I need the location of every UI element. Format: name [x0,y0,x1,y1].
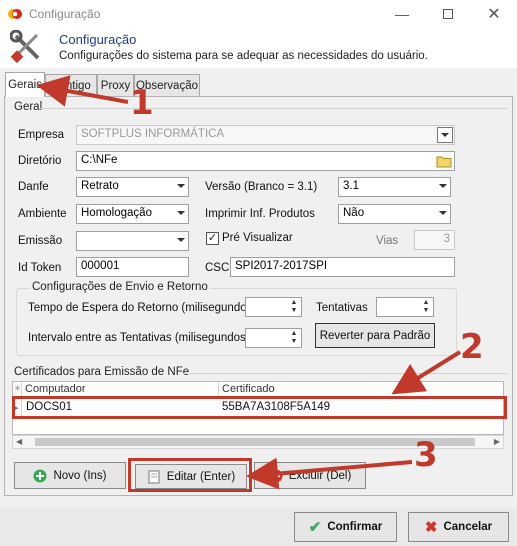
dialog-header: Configuração Configurações do sistema pa… [0,28,517,68]
ambiente-label: Ambiente [18,208,67,220]
emissao-combo[interactable] [76,231,189,251]
chevron-down-icon [439,211,447,215]
annotation-label-2: 2 [460,327,484,367]
versao-value: 3.1 [343,180,359,192]
minimize-icon: — [395,6,409,22]
confirmar-label: Confirmar [327,521,383,533]
cancelar-label: Cancelar [443,521,493,533]
reverter-padrao-button[interactable]: Reverter para Padrão [315,323,435,348]
header-title: Configuração [59,32,137,47]
tools-icon [10,30,40,64]
tab-contigo[interactable]: Contigo [45,74,97,96]
vias-value: 3 [443,233,450,245]
spinner-arrows-icon[interactable]: ▲ ▼ [420,299,432,315]
tentativas-spinner[interactable]: ▲ ▼ [376,297,434,317]
idtoken-label: Id Token [18,262,62,274]
idtoken-value: 000001 [81,260,120,272]
close-icon: ✕ [487,6,501,23]
spinner-arrows-icon[interactable]: ▲ ▼ [288,330,300,346]
diretorio-field[interactable]: C:\NFe [76,151,455,171]
maximize-button[interactable] [425,0,471,28]
app-logo-icon [8,9,22,19]
chevron-down-icon [441,133,449,137]
emissao-label: Emissão [18,235,63,247]
x-icon: ✖ [424,519,438,536]
diretorio-value: C:\NFe [81,154,118,166]
plus-icon [33,469,47,482]
versao-label: Versão (Branco = 3.1) [205,181,318,193]
chevron-down-icon [177,238,185,242]
group-divider-certificados [182,373,507,374]
diretorio-label: Diretório [18,155,62,167]
tentativas-label: Tentativas [316,302,368,314]
tempo-spinner[interactable]: ▲ ▼ [245,297,302,317]
csc-label: CSC [205,262,230,274]
check-icon: ✔ [308,519,322,536]
versao-combo[interactable]: 3.1 [338,177,451,197]
spinner-arrows-icon[interactable]: ▲ ▼ [288,299,300,315]
imprimir-value: Não [343,207,365,219]
title-bar: Configuração — ✕ [0,0,517,28]
empresa-value: SOFTPLUS INFORMÁTICA [81,128,225,140]
annotation-label-1: 1 [130,83,154,123]
delete-icon [269,469,283,482]
intervalo-label: Intervalo entre as Tentativas (milisegun… [28,332,250,344]
group-divider-geral [40,108,507,109]
folder-icon[interactable] [436,154,452,168]
csc-value: SPI2017-2017SPI [235,260,328,272]
tab-gerais[interactable]: Gerais [5,72,45,97]
imprimir-combo[interactable]: Não [338,204,451,224]
chevron-down-icon [177,184,185,188]
checkmark-icon: ✓ [207,232,218,244]
vias-label: Vias [376,235,399,247]
window-title: Configuração [29,7,101,21]
vias-field[interactable]: 3 [414,230,455,250]
tab-proxy[interactable]: Proxy [97,74,134,96]
danfe-combo[interactable]: Retrato [76,177,189,197]
pre-visualizar-checkbox[interactable]: ✓ [206,232,219,245]
scroll-left-icon[interactable]: ◀ [16,437,22,446]
csc-field[interactable]: SPI2017-2017SPI [230,257,455,277]
empresa-combo[interactable]: SOFTPLUS INFORMÁTICA [76,125,455,145]
column-header-computador[interactable]: Computador [22,382,219,397]
group-title-geral: Geral [14,101,43,113]
scroll-right-icon[interactable]: ▶ [494,437,500,446]
empresa-label: Empresa [18,129,65,141]
reverter-label: Reverter para Padrão [319,329,431,342]
scrollbar-thumb[interactable] [35,438,475,446]
chevron-down-icon [177,211,185,215]
tempo-label: Tempo de Espera do Retorno (milisegundos… [28,302,257,314]
ambiente-value: Homologação [81,207,152,219]
imprimir-label: Imprimir Inf. Produtos [205,208,315,220]
annotation-box-row [12,396,507,419]
grid-corner-icon: ✳ [13,382,22,397]
header-subtitle: Configurações do sistema para se adequar… [59,50,428,62]
chevron-down-icon [439,184,447,188]
column-header-certificado[interactable]: Certificado [219,382,503,397]
novo-label: Novo (Ins) [53,469,107,482]
minimize-button[interactable]: — [379,0,425,28]
annotation-box-editar [128,458,252,492]
empresa-dropdown-button[interactable] [437,127,453,143]
intervalo-spinner[interactable]: ▲ ▼ [245,328,302,348]
excluir-button[interactable]: Excluir (Del) [254,462,366,489]
annotation-label-3: 3 [414,435,438,475]
excluir-label: Excluir (Del) [288,469,352,482]
idtoken-field[interactable]: 000001 [76,257,189,277]
group-title-envio: Configurações de Envio e Retorno [30,281,210,293]
cancelar-button[interactable]: ✖ Cancelar [408,512,509,542]
danfe-value: Retrato [81,180,119,192]
ambiente-combo[interactable]: Homologação [76,204,189,224]
pre-visualizar-label: Pré Visualizar [222,232,293,244]
close-button[interactable]: ✕ [471,0,517,28]
maximize-icon [443,9,453,19]
group-title-certificados: Certificados para Emissão de NFe [14,366,190,378]
confirmar-button[interactable]: ✔ Confirmar [294,512,397,542]
novo-button[interactable]: Novo (Ins) [14,462,126,489]
danfe-label: Danfe [18,181,49,193]
